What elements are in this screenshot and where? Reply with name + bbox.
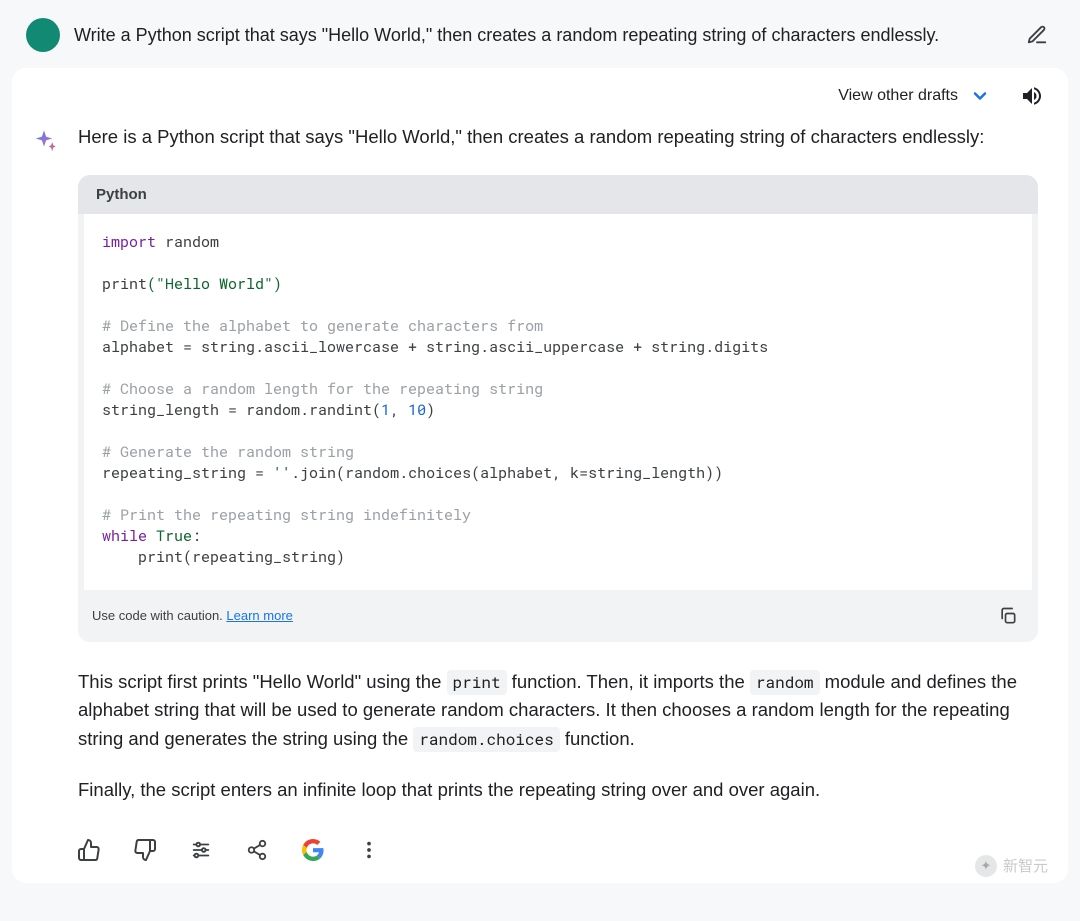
- copy-code-button[interactable]: [992, 600, 1024, 632]
- tune-icon: [190, 839, 212, 861]
- explanation-2: Finally, the script enters an infinite l…: [78, 776, 1038, 805]
- more-vertical-icon: [358, 839, 380, 861]
- copy-icon: [998, 606, 1018, 626]
- code-language-label: Python: [78, 175, 1038, 214]
- drafts-row: View other drafts: [12, 68, 1068, 108]
- google-it-button[interactable]: [300, 837, 326, 863]
- watermark: ✦ 新智元: [975, 855, 1048, 877]
- code-caution: Use code with caution. Learn more: [92, 608, 293, 623]
- pencil-icon: [1026, 24, 1048, 46]
- thumbs-down-button[interactable]: [132, 837, 158, 863]
- explanation-1: This script first prints "Hello World" u…: [78, 668, 1038, 754]
- watermark-icon: ✦: [975, 855, 997, 877]
- more-options-button[interactable]: [356, 837, 382, 863]
- inline-code-random-choices: random.choices: [413, 727, 559, 752]
- chevron-down-icon[interactable]: [970, 86, 990, 106]
- code-block: Python import random print("Hello World"…: [78, 175, 1038, 642]
- tune-button[interactable]: [188, 837, 214, 863]
- thumbs-down-icon: [133, 838, 157, 862]
- thumbs-up-button[interactable]: [76, 837, 102, 863]
- speaker-button[interactable]: [1020, 84, 1044, 108]
- response-content: Here is a Python script that says "Hello…: [78, 124, 1038, 827]
- google-icon: [302, 839, 324, 861]
- share-icon: [246, 839, 268, 861]
- learn-more-link[interactable]: Learn more: [226, 608, 292, 623]
- view-drafts-button[interactable]: View other drafts: [838, 87, 958, 105]
- volume-icon: [1020, 84, 1044, 108]
- response-card: View other drafts: [12, 68, 1068, 883]
- edit-prompt-button[interactable]: [1020, 18, 1054, 52]
- inline-code-random: random: [750, 670, 820, 695]
- bard-icon: [30, 128, 60, 158]
- code-body: import random print("Hello World") # Def…: [84, 214, 1032, 590]
- user-prompt-text: Write a Python script that says "Hello W…: [74, 25, 1006, 46]
- response-actions: [12, 827, 1068, 863]
- response-intro: Here is a Python script that says "Hello…: [78, 124, 1038, 151]
- thumbs-up-icon: [77, 838, 101, 862]
- user-avatar: [26, 18, 60, 52]
- user-prompt-row: Write a Python script that says "Hello W…: [12, 10, 1068, 68]
- code-footer: Use code with caution. Learn more: [78, 590, 1038, 642]
- share-button[interactable]: [244, 837, 270, 863]
- inline-code-print: print: [447, 670, 507, 695]
